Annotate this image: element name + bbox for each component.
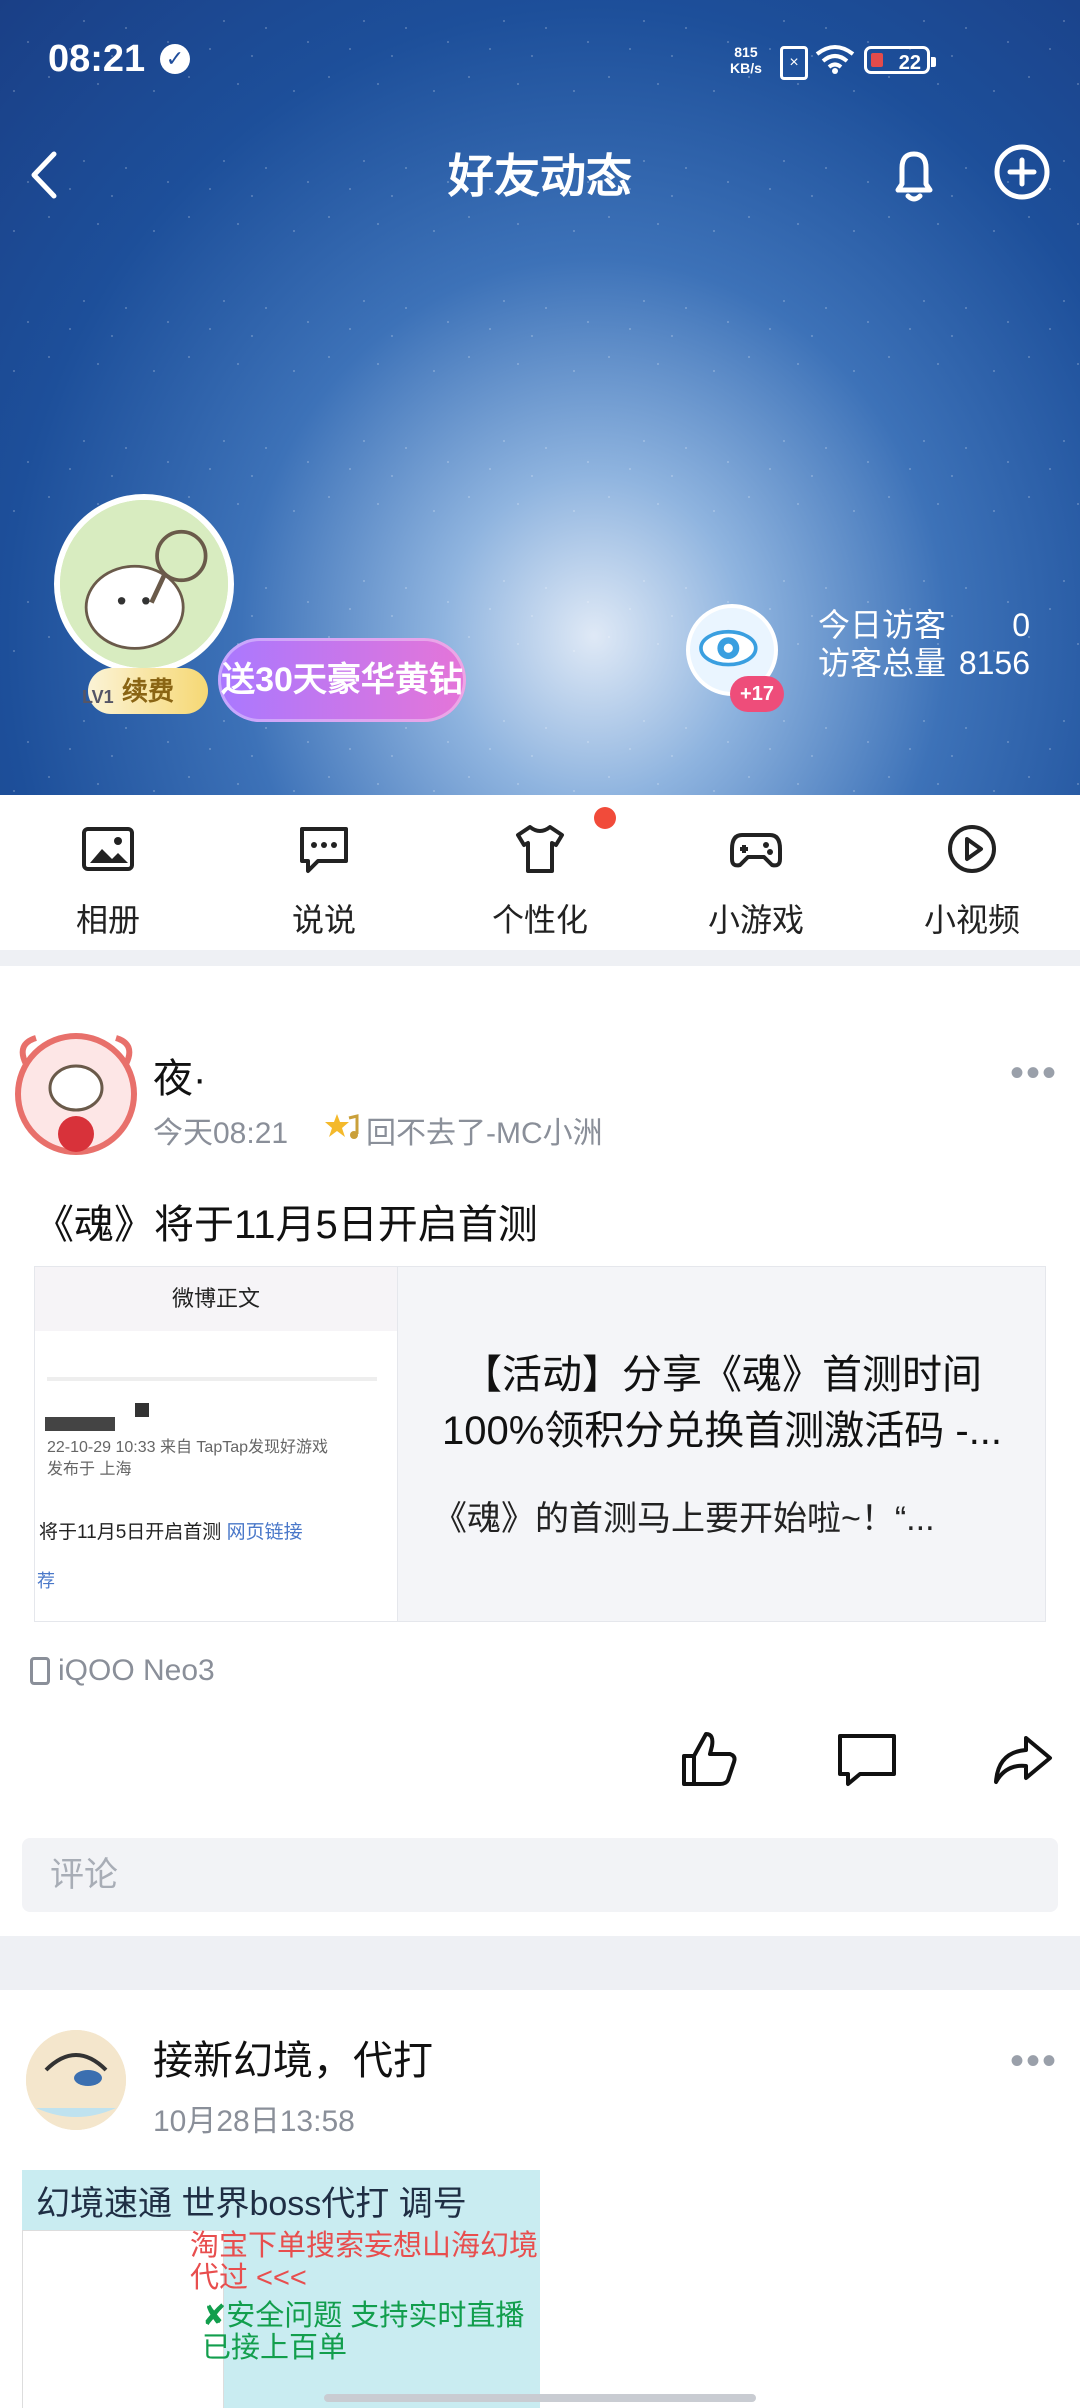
photo-album-icon: [82, 827, 134, 871]
play-circle-icon: [948, 825, 996, 873]
post-text: 《魂》将于11月5日开启首测: [34, 1203, 538, 1247]
renew-label: 续费: [121, 676, 174, 706]
today-visitors-label: 今日访客: [818, 607, 947, 643]
post-music[interactable]: 回不去了-MC小洲: [366, 1108, 603, 1152]
tshirt-icon: [516, 825, 564, 873]
gamepad-icon: [730, 833, 782, 868]
top-nav: 好友动态: [0, 130, 1080, 220]
comment-input[interactable]: 评论: [22, 1838, 1058, 1912]
check-circle-icon: ✓: [160, 44, 190, 74]
quick-games[interactable]: 小游戏: [648, 795, 864, 950]
wifi-icon: [815, 45, 855, 74]
post-author-name[interactable]: 接新幻境，代打: [153, 2028, 433, 2086]
share-icon[interactable]: [990, 1726, 1056, 1792]
quick-videos[interactable]: 小视频: [864, 795, 1080, 950]
quick-shuoshuo[interactable]: 说说: [216, 795, 432, 950]
phone-icon: [30, 1657, 50, 1685]
status-time: 08:21: [48, 38, 146, 80]
shared-link-thumbnail: 微博正文 22-10-29 10:33 来自 TapTap发现好游戏 发布于 上…: [35, 1267, 398, 1621]
level-label: LV1: [82, 687, 114, 707]
music-note-icon: [325, 1114, 359, 1139]
bell-icon[interactable]: [884, 140, 944, 210]
status-bar: 08:21 ✓ 815 KB/s × 22: [0, 0, 1080, 120]
today-visitors-value: 0: [1012, 607, 1030, 643]
post-author-avatar[interactable]: [26, 2030, 126, 2130]
chat-bubble-icon: [300, 827, 348, 873]
visitor-stats[interactable]: 今日访客 0 访客总量 8156: [818, 606, 1030, 682]
visitor-badge: +17: [730, 676, 784, 712]
battery-icon: 22: [864, 46, 936, 74]
device-tag: iQOO Neo3: [30, 1654, 215, 1688]
quick-actions: 相册 说说 个性化 小游戏 小视频: [0, 795, 1080, 950]
feed-post: 夜· 今天08:21 回不去了-MC小洲 ••• 《魂》将于11月5日开启首测 …: [0, 966, 1080, 1936]
promo-banner[interactable]: 送30天豪华黄钻: [218, 638, 466, 722]
add-circle-icon[interactable]: [992, 142, 1052, 202]
feed-post: 接新幻境，代打 10月28日13:58 ••• 幻境速通 世界boss代打 调号…: [0, 1990, 1080, 2408]
post-image[interactable]: 幻境速通 世界boss代打 调号 淘宝下单搜索妄想山海幻境代过 <<< ✘安全问…: [22, 2170, 540, 2408]
quick-personalize[interactable]: 个性化: [432, 795, 648, 950]
home-indicator[interactable]: [324, 2394, 756, 2402]
more-options-icon[interactable]: •••: [1010, 2041, 1058, 2081]
net-speed: 815 KB/s: [730, 44, 762, 76]
shared-link-description: 《魂》的首测马上要开始啦~！“...: [433, 1500, 935, 1538]
quick-album[interactable]: 相册: [0, 795, 216, 950]
post-time: 今天08:21: [153, 1117, 289, 1150]
total-visitors-label: 访客总量: [818, 645, 947, 681]
sim-icon: ×: [780, 46, 808, 80]
shared-link-title: 【活动】分享《魂》首测时间 100%领积分兑换首测激活码 -...: [441, 1353, 1003, 1453]
post-actions: [0, 1726, 1080, 1806]
comment-icon[interactable]: [834, 1726, 900, 1792]
notification-dot: [594, 807, 616, 829]
user-avatar[interactable]: [54, 494, 234, 674]
post-author-avatar[interactable]: [6, 1024, 146, 1164]
post-time: 10月28日13:58: [153, 2105, 355, 2138]
like-icon[interactable]: [676, 1726, 742, 1792]
total-visitors-value: 8156: [958, 645, 1030, 681]
app-screen: 08:21 ✓ 815 KB/s × 22 好友动态 LV1 续费 送30天豪华…: [0, 0, 1080, 2408]
renew-badge[interactable]: LV1 续费: [82, 668, 208, 714]
post-author-name[interactable]: 夜·: [153, 1046, 206, 1104]
more-options-icon[interactable]: •••: [1010, 1053, 1058, 1093]
shared-link-card[interactable]: 微博正文 22-10-29 10:33 来自 TapTap发现好游戏 发布于 上…: [34, 1266, 1046, 1622]
